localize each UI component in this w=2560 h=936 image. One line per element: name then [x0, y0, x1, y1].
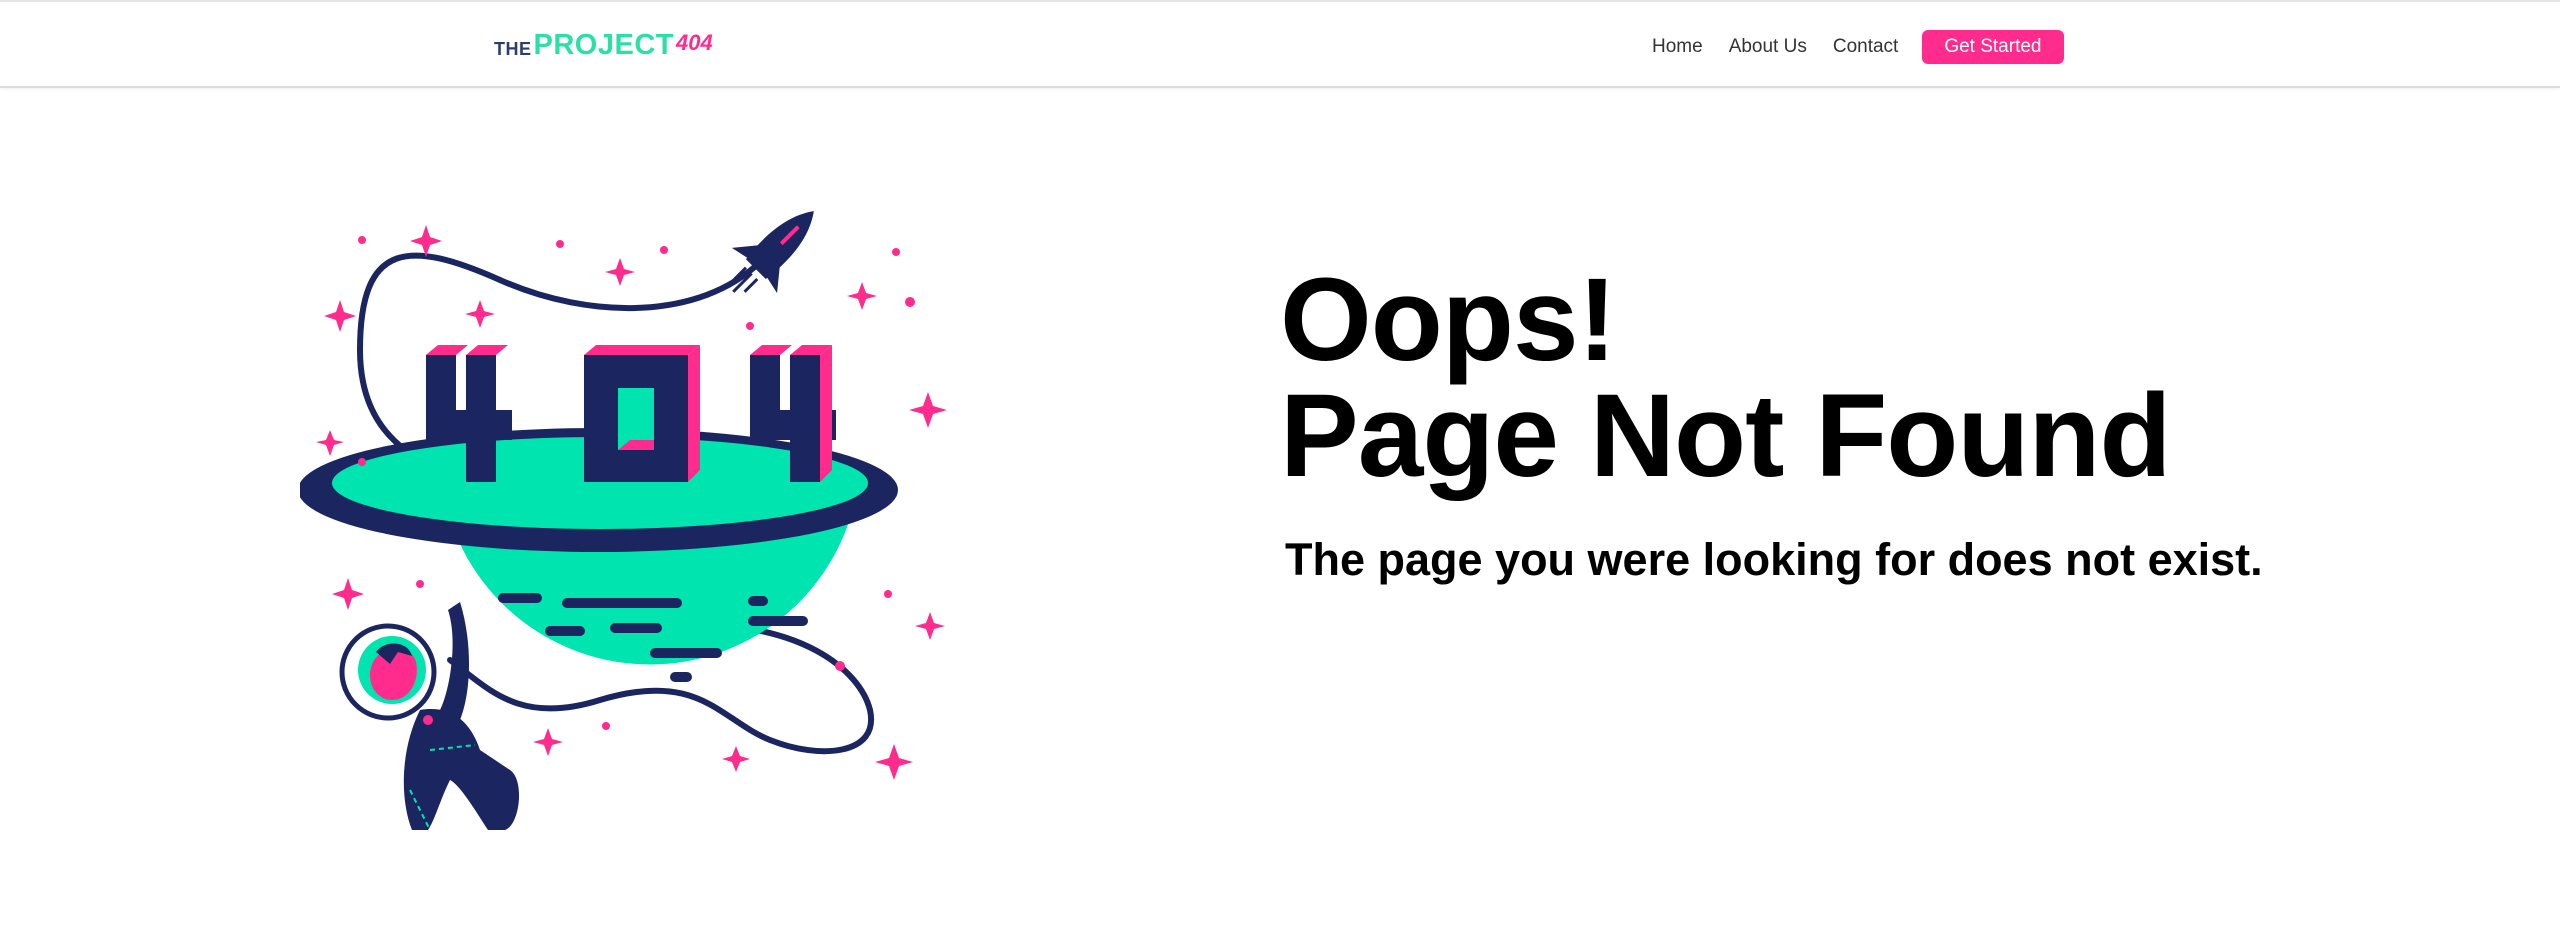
page-subheadline: The page you were looking for does not e… — [1285, 534, 2263, 585]
rocket-icon — [731, 211, 814, 294]
logo-project: PROJECT — [533, 29, 674, 61]
get-started-button[interactable]: Get Started — [1922, 30, 2064, 64]
404-illustration — [298, 170, 980, 840]
main-nav: Home About Us Contact Get Started — [1652, 30, 2064, 64]
navbar: THE PROJECT 404 Home About Us Contact Ge… — [0, 2, 2560, 88]
nav-contact-link[interactable]: Contact — [1833, 32, 1898, 62]
logo-the: THE — [494, 39, 532, 59]
logo-404: 404 — [675, 30, 713, 55]
nav-about-us-link[interactable]: About Us — [1729, 32, 1807, 62]
headline-oops: Oops! — [1280, 254, 1617, 386]
site-logo[interactable]: THE PROJECT 404 — [494, 30, 713, 60]
nav-home-link[interactable]: Home — [1652, 32, 1703, 62]
page-headline: Oops! Page Not Found — [1280, 254, 2280, 502]
space-404-svg — [298, 211, 947, 831]
headline-page-not-found: Page Not Found — [1280, 370, 2172, 502]
astronaut-icon — [339, 602, 520, 831]
